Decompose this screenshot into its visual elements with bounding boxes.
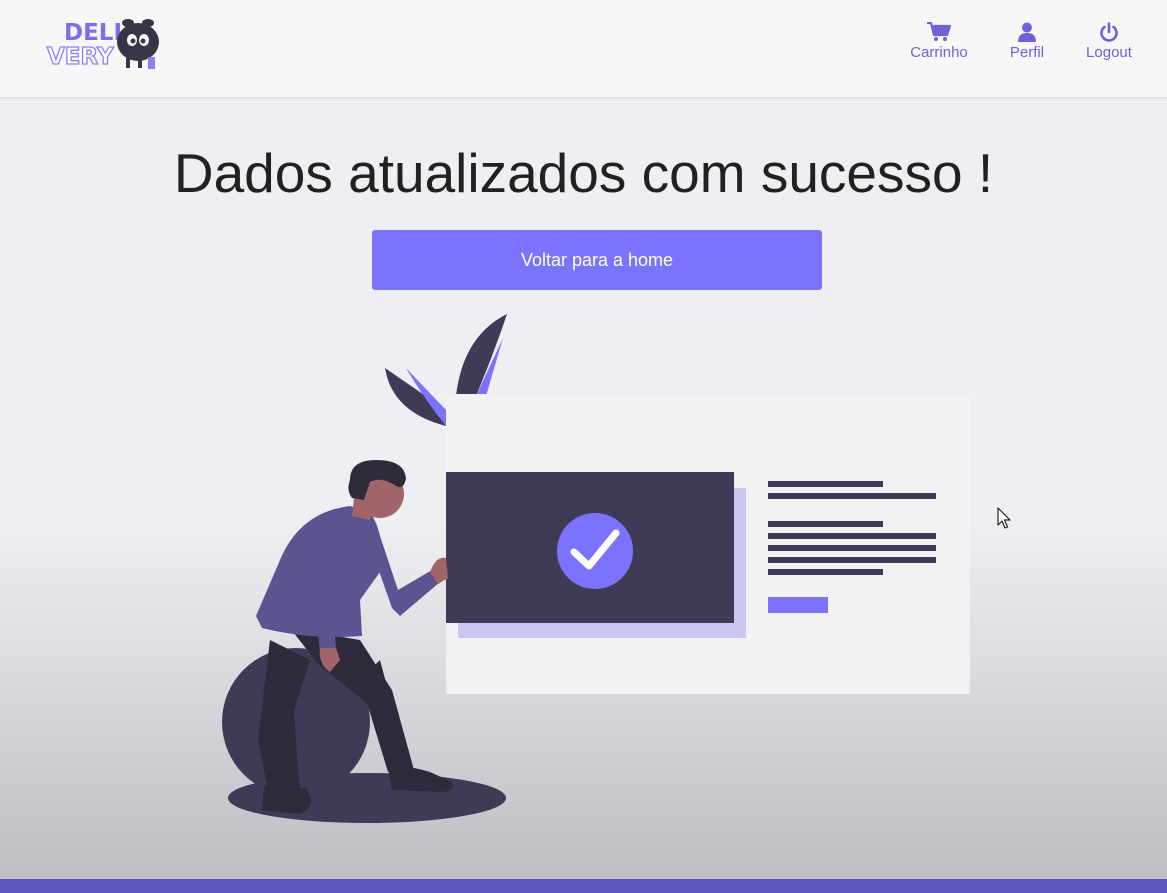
mouse-cursor: [997, 507, 1011, 529]
accent-bar-decoration: [768, 597, 828, 613]
checkmark-icon: [557, 513, 633, 589]
success-illustration: [222, 314, 970, 823]
bottom-footer-bar: [0, 879, 1167, 893]
